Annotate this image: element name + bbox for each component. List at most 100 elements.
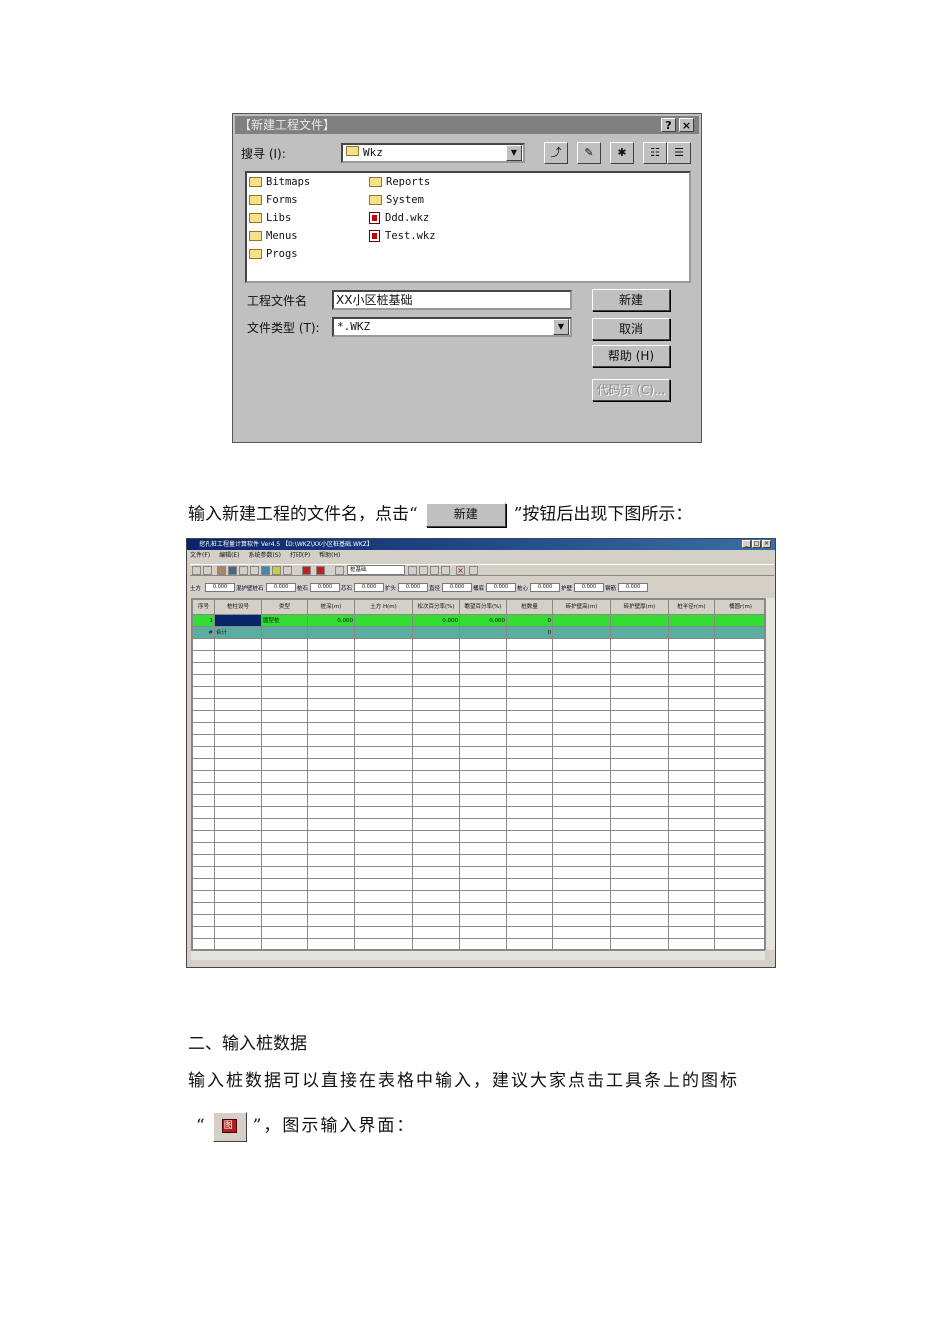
table-cell[interactable] <box>668 890 715 903</box>
table-cell[interactable] <box>610 734 669 747</box>
table-cell[interactable] <box>412 878 460 891</box>
table-row[interactable] <box>192 734 764 747</box>
table-cell[interactable] <box>192 638 215 651</box>
table-row[interactable] <box>192 866 764 879</box>
param-value[interactable]: 0.000 <box>354 583 384 592</box>
table-cell[interactable] <box>192 890 215 903</box>
table-cell[interactable] <box>610 938 669 949</box>
table-cell[interactable] <box>459 710 507 723</box>
table-cell[interactable] <box>214 782 262 795</box>
table-cell[interactable] <box>261 686 308 699</box>
exit-icon[interactable] <box>283 566 292 575</box>
table-cell[interactable] <box>714 914 764 927</box>
sort-icon[interactable] <box>408 566 417 575</box>
table-cell[interactable] <box>214 926 262 939</box>
table-cell[interactable] <box>354 890 413 903</box>
minimize-icon[interactable]: _ <box>742 540 751 548</box>
table-cell[interactable] <box>214 890 262 903</box>
list-item[interactable]: System <box>369 191 436 209</box>
table-cell[interactable] <box>459 878 507 891</box>
table-cell[interactable] <box>307 890 355 903</box>
table-cell[interactable] <box>552 650 611 663</box>
table-cell[interactable] <box>506 698 553 711</box>
table-cell[interactable] <box>459 674 507 687</box>
table-cell[interactable] <box>714 686 764 699</box>
figure-input-icon[interactable] <box>316 566 325 575</box>
find-icon[interactable] <box>430 566 439 575</box>
table-cell[interactable] <box>261 710 308 723</box>
menu-system[interactable]: 系统参数(S) <box>248 552 281 559</box>
save-icon[interactable] <box>228 566 237 575</box>
table-cell[interactable] <box>552 914 611 927</box>
table-cell[interactable] <box>354 734 413 747</box>
table-cell[interactable] <box>214 902 262 915</box>
table-cell[interactable] <box>261 782 308 795</box>
table-cell[interactable] <box>506 674 553 687</box>
table-cell[interactable] <box>412 866 460 879</box>
open-icon[interactable] <box>203 566 212 575</box>
table-cell[interactable] <box>506 938 553 949</box>
table-cell[interactable] <box>506 806 553 819</box>
table-cell[interactable] <box>307 662 355 675</box>
table-cell[interactable] <box>261 842 308 855</box>
table-cell[interactable] <box>714 830 764 843</box>
table-cell[interactable] <box>354 818 413 831</box>
table-cell[interactable] <box>412 626 460 639</box>
table-cell[interactable] <box>459 770 507 783</box>
table-cell[interactable] <box>214 770 262 783</box>
table-cell[interactable] <box>668 926 715 939</box>
up-folder-button[interactable]: ⤴ <box>544 142 568 164</box>
table-cell[interactable] <box>307 926 355 939</box>
table-cell[interactable] <box>261 746 308 759</box>
table-cell[interactable] <box>192 686 215 699</box>
table-cell[interactable]: 0 <box>506 614 553 627</box>
table-cell[interactable] <box>261 674 308 687</box>
table-cell[interactable] <box>354 866 413 879</box>
table-cell[interactable] <box>668 818 715 831</box>
table-cell[interactable] <box>261 830 308 843</box>
column-header[interactable]: 桩数量 <box>506 599 553 615</box>
table-cell[interactable] <box>354 830 413 843</box>
table-cell[interactable] <box>714 710 764 723</box>
vertical-scrollbar[interactable] <box>765 598 775 950</box>
table-cell[interactable] <box>307 710 355 723</box>
table-cell[interactable] <box>714 638 764 651</box>
table-cell[interactable] <box>261 638 308 651</box>
table-row[interactable]: 1 圆型桩 0.000 0.000 0.000 0 <box>192 614 764 627</box>
table-row[interactable] <box>192 902 764 915</box>
table-cell[interactable] <box>459 842 507 855</box>
table-cell[interactable] <box>506 854 553 867</box>
table-cell[interactable] <box>214 662 262 675</box>
table-cell[interactable] <box>610 638 669 651</box>
column-header[interactable]: 桩深(m) <box>307 599 355 615</box>
table-cell[interactable] <box>261 626 308 639</box>
table-cell[interactable] <box>668 938 715 949</box>
table-cell[interactable]: 1 <box>192 614 215 627</box>
table-cell[interactable] <box>412 830 460 843</box>
horizontal-scrollbar[interactable] <box>191 950 765 960</box>
table-cell[interactable] <box>307 806 355 819</box>
chevron-down-icon[interactable]: ▼ <box>506 145 522 161</box>
param-value[interactable]: 0.000 <box>266 583 296 592</box>
table-cell[interactable] <box>552 734 611 747</box>
table-cell[interactable] <box>412 698 460 711</box>
column-header[interactable]: 类型 <box>261 599 308 615</box>
table-cell[interactable] <box>506 746 553 759</box>
table-cell[interactable] <box>552 782 611 795</box>
table-cell[interactable] <box>214 746 262 759</box>
table-cell[interactable] <box>610 614 669 627</box>
table-cell[interactable] <box>192 878 215 891</box>
table-cell[interactable] <box>506 734 553 747</box>
table-cell[interactable] <box>354 842 413 855</box>
table-cell[interactable] <box>714 734 764 747</box>
table-cell[interactable] <box>214 650 262 663</box>
table-cell[interactable] <box>354 722 413 735</box>
table-cell[interactable]: 0 <box>506 626 553 639</box>
table-cell[interactable] <box>214 818 262 831</box>
table-cell[interactable] <box>610 782 669 795</box>
table-cell[interactable] <box>412 638 460 651</box>
table-cell[interactable] <box>610 818 669 831</box>
table-cell[interactable] <box>192 770 215 783</box>
calc-icon[interactable] <box>469 566 478 575</box>
table-cell[interactable] <box>307 734 355 747</box>
